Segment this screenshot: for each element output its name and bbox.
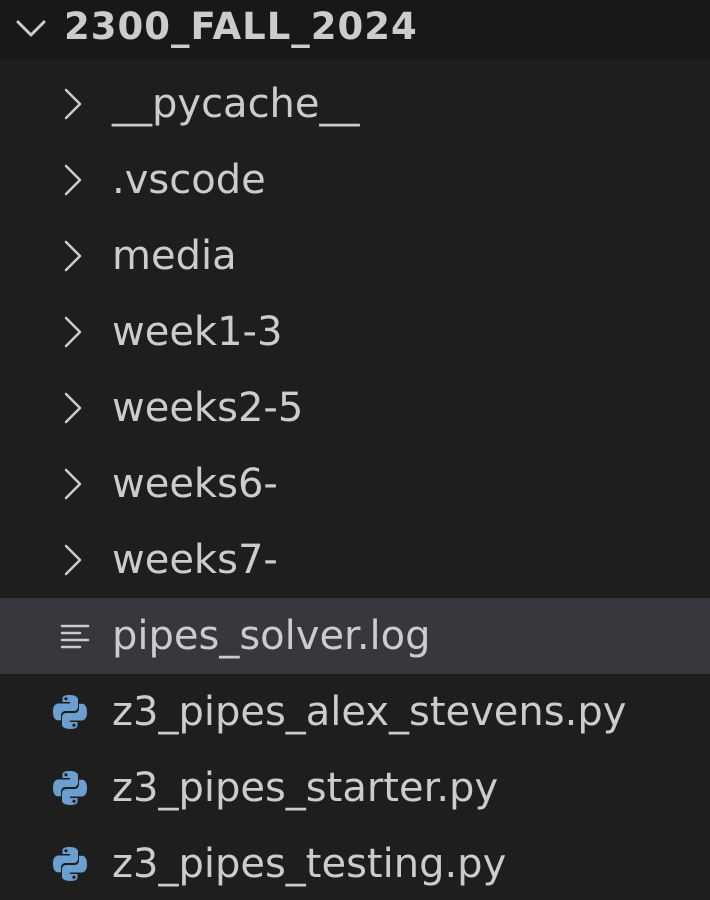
- tree-folder-weeks7[interactable]: weeks7-: [0, 522, 710, 598]
- python-icon: [53, 771, 87, 805]
- python-icon: [53, 695, 87, 729]
- tree-item-label: .vscode: [112, 157, 266, 203]
- tree-folder-week1-3[interactable]: week1-3: [0, 294, 710, 370]
- chevron-right-icon[interactable]: [56, 160, 90, 200]
- tree-file-z3-pipes-testing[interactable]: z3_pipes_testing.py: [0, 826, 710, 900]
- explorer-section-title: 2300_FALL_2024: [64, 5, 418, 48]
- log-file-icon: [60, 624, 90, 649]
- explorer-section-header[interactable]: 2300_FALL_2024: [0, 0, 710, 60]
- tree-item-label: week1-3: [112, 309, 283, 355]
- file-explorer: 2300_FALL_2024 __pycache__ .vscode media: [0, 0, 710, 900]
- tree-file-pipes-solver-log[interactable]: pipes_solver.log: [0, 598, 710, 674]
- chevron-right-icon[interactable]: [56, 464, 90, 504]
- tree-item-label: z3_pipes_alex_stevens.py: [112, 689, 627, 735]
- tree-folder-vscode[interactable]: .vscode: [0, 142, 710, 218]
- tree-item-label: weeks7-: [112, 537, 278, 583]
- chevron-right-icon[interactable]: [56, 388, 90, 428]
- tree-folder-weeks2-5[interactable]: weeks2-5: [0, 370, 710, 446]
- chevron-down-icon[interactable]: [14, 12, 48, 46]
- python-icon: [53, 847, 87, 881]
- tree-item-label: weeks2-5: [112, 385, 304, 431]
- chevron-right-icon[interactable]: [56, 312, 90, 352]
- tree-folder-media[interactable]: media: [0, 218, 710, 294]
- file-tree: __pycache__ .vscode media week1-3 weeks2: [0, 66, 710, 900]
- tree-item-label: media: [112, 233, 237, 279]
- tree-file-z3-pipes-starter[interactable]: z3_pipes_starter.py: [0, 750, 710, 826]
- chevron-right-icon[interactable]: [56, 540, 90, 580]
- chevron-right-icon[interactable]: [56, 84, 90, 124]
- tree-item-label: pipes_solver.log: [112, 613, 431, 659]
- tree-file-z3-pipes-alex-stevens[interactable]: z3_pipes_alex_stevens.py: [0, 674, 710, 750]
- tree-item-label: __pycache__: [112, 81, 360, 127]
- chevron-right-icon[interactable]: [56, 236, 90, 276]
- tree-folder-weeks6[interactable]: weeks6-: [0, 446, 710, 522]
- tree-item-label: weeks6-: [112, 461, 278, 507]
- tree-folder-pycache[interactable]: __pycache__: [0, 66, 710, 142]
- tree-item-label: z3_pipes_starter.py: [112, 765, 499, 811]
- tree-item-label: z3_pipes_testing.py: [112, 841, 507, 887]
